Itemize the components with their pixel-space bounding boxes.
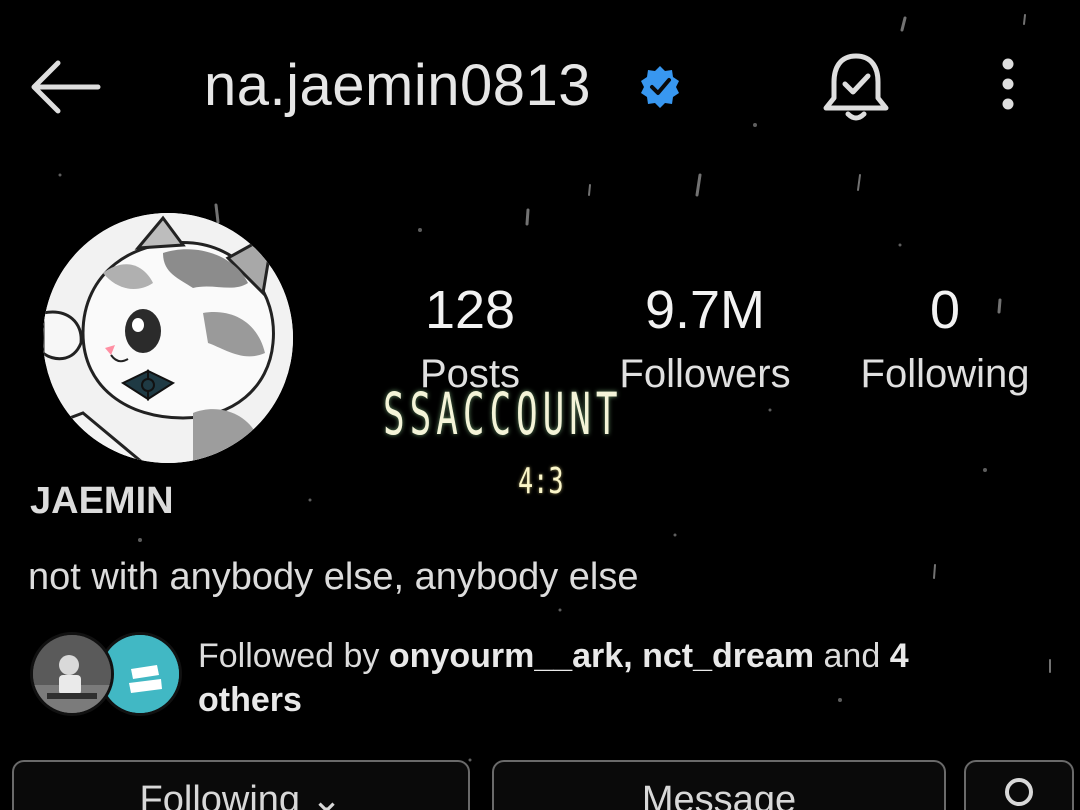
- followers-count[interactable]: 9.7M Followers: [600, 278, 810, 400]
- back-button[interactable]: [22, 55, 106, 119]
- following-label: Following: [860, 352, 1030, 396]
- profile-bio: not with anybody else, anybody else: [28, 556, 639, 598]
- message-button[interactable]: Message: [492, 760, 946, 810]
- profile-username: na.jaemin0813: [204, 53, 592, 118]
- followed-by-count: 4: [889, 637, 909, 675]
- followed-by-text[interactable]: Followed by onyourm__ark, nct_dream and …: [198, 634, 978, 722]
- following-count[interactable]: 0 Following: [845, 278, 1045, 400]
- arrow-left-icon: [31, 60, 101, 114]
- cat-avatar-image: [43, 213, 293, 463]
- following-value: 0: [929, 280, 961, 340]
- followers-label: Followers: [619, 352, 791, 396]
- following-button[interactable]: Following ⌄: [12, 760, 470, 810]
- add-person-icon: [1005, 778, 1033, 806]
- notifications-button[interactable]: [818, 48, 894, 128]
- mutual-followers-avatars[interactable]: [30, 632, 182, 720]
- overlay-watermark-title: SSACCOUNT: [383, 380, 623, 448]
- more-options-button[interactable]: [990, 52, 1026, 116]
- mutual-avatar-onyourm-ark: [30, 632, 114, 716]
- followed-by-suffix: others: [198, 681, 302, 719]
- overlay-aspect-ratio: 4:3: [518, 461, 564, 502]
- profile-header: na.jaemin0813: [0, 0, 1080, 175]
- more-vertical-icon: [1002, 58, 1014, 110]
- followers-value: 9.7M: [644, 280, 766, 340]
- profile-display-name: JAEMIN: [30, 480, 174, 522]
- posts-value: 128: [424, 280, 516, 340]
- profile-avatar[interactable]: [43, 213, 293, 463]
- followed-by-user-2[interactable]: nct_dream: [642, 637, 814, 675]
- add-user-button[interactable]: [964, 760, 1074, 810]
- followed-by-user-1[interactable]: onyourm__ark: [389, 637, 623, 675]
- bell-check-icon: [823, 53, 889, 121]
- followed-by-and: and: [814, 637, 890, 675]
- verified-badge-icon: [641, 66, 679, 108]
- followed-by-prefix: Followed by: [198, 637, 389, 675]
- followed-by-separator: ,: [623, 637, 643, 675]
